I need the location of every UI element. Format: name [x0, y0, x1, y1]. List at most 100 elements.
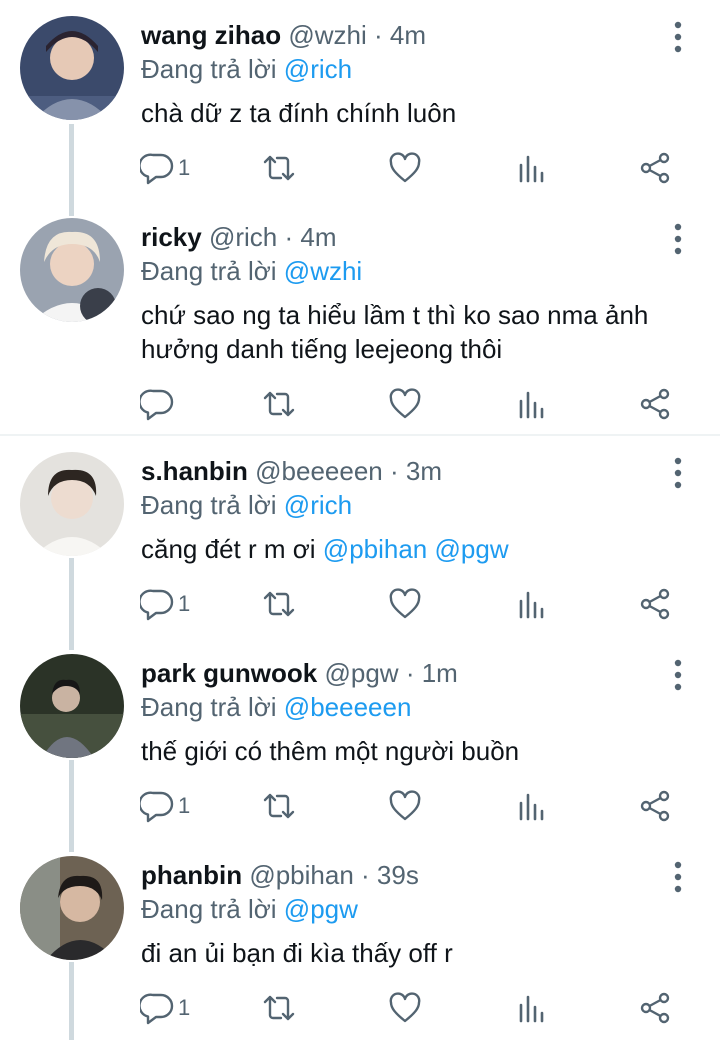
replying-to: Đang trả lời @rich [141, 54, 352, 84]
more-options-button[interactable] [666, 222, 690, 256]
tweet-text: chà dữ z ta đính chính luôn [141, 98, 457, 128]
tweet-header: ricky @rich · 4m [141, 222, 337, 252]
more-vertical-icon [674, 659, 682, 691]
replying-to-label: Đang trả lời [141, 54, 277, 84]
like-button[interactable] [388, 384, 422, 424]
share-button[interactable] [638, 148, 672, 188]
retweet-button[interactable] [262, 384, 296, 424]
reply-button[interactable]: 1 [140, 988, 190, 1028]
timestamp[interactable]: · 4m [374, 20, 426, 50]
user-handle[interactable]: @wzhi [288, 20, 366, 50]
tweet-text: chứ sao ng ta hiểu lầm t thì ko sao nma … [141, 300, 649, 364]
action-bar: 1 [0, 786, 720, 826]
retweet-button[interactable] [262, 584, 296, 624]
replying-to-mention[interactable]: @wzhi [284, 256, 362, 286]
like-icon [389, 790, 421, 821]
replying-to-mention[interactable]: @rich [284, 490, 352, 520]
replying-to: Đang trả lời @rich [141, 490, 352, 520]
tweet-text-body: căng đét r m ơi [141, 534, 323, 564]
views-icon [519, 995, 544, 1023]
views-button[interactable] [514, 786, 548, 826]
retweet-button[interactable] [262, 786, 296, 826]
like-button[interactable] [388, 786, 422, 826]
timestamp[interactable]: · 39s [361, 860, 419, 890]
tweet[interactable]: phanbin @pbihan · 39s Đang trả lời @pgw … [0, 840, 720, 1040]
timestamp[interactable]: · 4m [285, 222, 337, 252]
replying-to-mention[interactable]: @beeeeen [284, 692, 412, 722]
like-button[interactable] [388, 584, 422, 624]
share-button[interactable] [638, 988, 672, 1028]
tweet[interactable]: wang zihao @wzhi · 4m Đang trả lời @rich… [0, 0, 720, 200]
avatar[interactable] [20, 654, 124, 758]
more-options-button[interactable] [666, 860, 690, 894]
reply-button[interactable]: 1 [140, 584, 190, 624]
reply-count: 1 [178, 793, 191, 818]
tweet[interactable]: park gunwook @pgw · 1m Đang trả lời @bee… [0, 638, 720, 838]
user-handle[interactable]: @pbihan [249, 860, 353, 890]
retweet-button[interactable] [262, 148, 296, 188]
reply-icon [140, 993, 174, 1025]
more-vertical-icon [674, 223, 682, 255]
views-icon [519, 391, 544, 419]
like-icon [389, 992, 421, 1023]
user-handle[interactable]: @pgw [324, 658, 398, 688]
views-button[interactable] [514, 148, 548, 188]
like-button[interactable] [388, 148, 422, 188]
reply-count: 1 [178, 591, 191, 616]
avatar[interactable] [20, 16, 124, 120]
share-button[interactable] [638, 584, 672, 624]
timestamp[interactable]: · 3m [390, 456, 442, 486]
avatar[interactable] [20, 856, 124, 960]
action-bar: 1 [0, 584, 720, 624]
replying-to-label: Đang trả lời [141, 490, 277, 520]
tweet[interactable]: s.hanbin @beeeeen · 3m Đang trả lời @ric… [0, 436, 720, 636]
replying-to-mention[interactable]: @rich [284, 54, 352, 84]
display-name[interactable]: park gunwook [141, 658, 317, 688]
more-vertical-icon [674, 21, 682, 53]
retweet-button[interactable] [262, 988, 296, 1028]
tweet-mention[interactable]: @pbihan [323, 534, 427, 564]
avatar[interactable] [20, 452, 124, 556]
retweet-icon [263, 391, 295, 417]
display-name[interactable]: ricky [141, 222, 202, 252]
more-options-button[interactable] [666, 658, 690, 692]
timestamp[interactable]: · 1m [406, 658, 458, 688]
retweet-icon [263, 155, 295, 181]
reply-count: 1 [178, 995, 191, 1020]
retweet-icon [263, 995, 295, 1021]
views-icon [519, 591, 544, 619]
share-button[interactable] [638, 384, 672, 424]
avatar[interactable] [20, 218, 124, 322]
tweet-header: wang zihao @wzhi · 4m [141, 20, 426, 50]
reply-icon [140, 389, 174, 421]
tweet[interactable]: ricky @rich · 4m Đang trả lời @wzhi chứ … [0, 202, 720, 434]
display-name[interactable]: phanbin [141, 860, 242, 890]
reply-icon [140, 153, 174, 185]
like-button[interactable] [388, 988, 422, 1028]
user-handle[interactable]: @beeeeen [255, 456, 383, 486]
retweet-icon [263, 591, 295, 617]
tweet-header: phanbin @pbihan · 39s [141, 860, 419, 890]
share-button[interactable] [638, 786, 672, 826]
like-icon [389, 588, 421, 619]
replying-to-label: Đang trả lời [141, 894, 277, 924]
action-bar [0, 384, 720, 424]
tweet-header: s.hanbin @beeeeen · 3m [141, 456, 442, 486]
like-icon [389, 152, 421, 183]
more-options-button[interactable] [666, 456, 690, 490]
display-name[interactable]: s.hanbin [141, 456, 248, 486]
user-handle[interactable]: @rich [209, 222, 277, 252]
share-icon [640, 588, 670, 620]
more-options-button[interactable] [666, 20, 690, 54]
more-vertical-icon [674, 861, 682, 893]
reply-button[interactable]: 1 [140, 786, 190, 826]
display-name[interactable]: wang zihao [141, 20, 281, 50]
reply-button[interactable]: 1 [140, 148, 190, 188]
views-button[interactable] [514, 584, 548, 624]
views-button[interactable] [514, 988, 548, 1028]
tweet-mention[interactable]: @pgw [435, 534, 509, 564]
retweet-icon [263, 793, 295, 819]
views-button[interactable] [514, 384, 548, 424]
reply-button[interactable] [140, 384, 178, 424]
replying-to-mention[interactable]: @pgw [284, 894, 358, 924]
